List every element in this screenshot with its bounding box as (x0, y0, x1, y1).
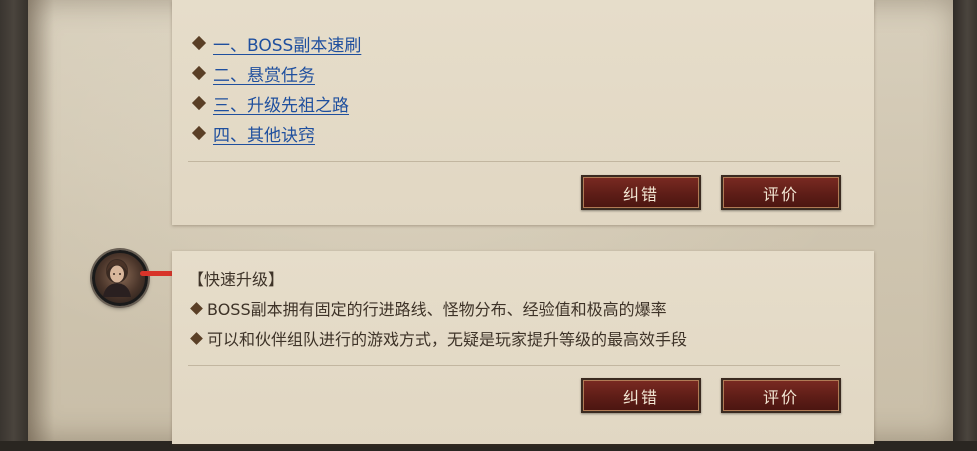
toc-item-ancestor[interactable]: 三、升级先祖之路 (191, 91, 349, 116)
diamond-bullet-icon (191, 65, 207, 81)
toc-link[interactable]: 二、悬赏任务 (213, 61, 315, 86)
diamond-bullet-icon (191, 35, 207, 51)
character-avatar-icon[interactable] (92, 250, 148, 306)
correct-button[interactable]: 纠错 (581, 175, 701, 210)
section-heading: 【快速升级】 (188, 270, 285, 289)
toc-item-tips[interactable]: 四、其他诀窍 (191, 121, 315, 146)
toc-link[interactable]: 四、其他诀窍 (213, 121, 315, 146)
info-line-text: BOSS副本拥有固定的行进路线、怪物分布、经验值和极高的爆率 (207, 300, 667, 319)
info-line: BOSS副本拥有固定的行进路线、怪物分布、经验值和极高的爆率 (190, 296, 667, 320)
toc-link[interactable]: 三、升级先祖之路 (213, 91, 349, 116)
toc-card: 一、BOSS副本速刷 二、悬赏任务 三、升级先祖之路 四、其他诀窍 纠错 评价 (172, 0, 874, 225)
rate-button[interactable]: 评价 (721, 378, 841, 413)
correct-button[interactable]: 纠错 (581, 378, 701, 413)
toc-item-boss[interactable]: 一、BOSS副本速刷 (191, 31, 361, 56)
diamond-bullet-icon (191, 95, 207, 111)
toc-link[interactable]: 一、BOSS副本速刷 (213, 31, 361, 56)
diamond-bullet-icon (190, 331, 203, 345)
quick-level-card: 【快速升级】 BOSS副本拥有固定的行进路线、怪物分布、经验值和极高的爆率 可以… (172, 251, 874, 444)
toc-item-bounty[interactable]: 二、悬赏任务 (191, 61, 315, 86)
card-divider (188, 365, 840, 366)
info-line-text: 可以和伙伴组队进行的游戏方式，无疑是玩家提升等级的最高效手段 (207, 330, 688, 349)
rate-button[interactable]: 评价 (721, 175, 841, 210)
card-divider (188, 161, 840, 162)
diamond-bullet-icon (191, 125, 207, 141)
right-wood-frame (953, 0, 977, 451)
diamond-bullet-icon (190, 301, 203, 315)
info-line: 可以和伙伴组队进行的游戏方式，无疑是玩家提升等级的最高效手段 (190, 326, 688, 350)
